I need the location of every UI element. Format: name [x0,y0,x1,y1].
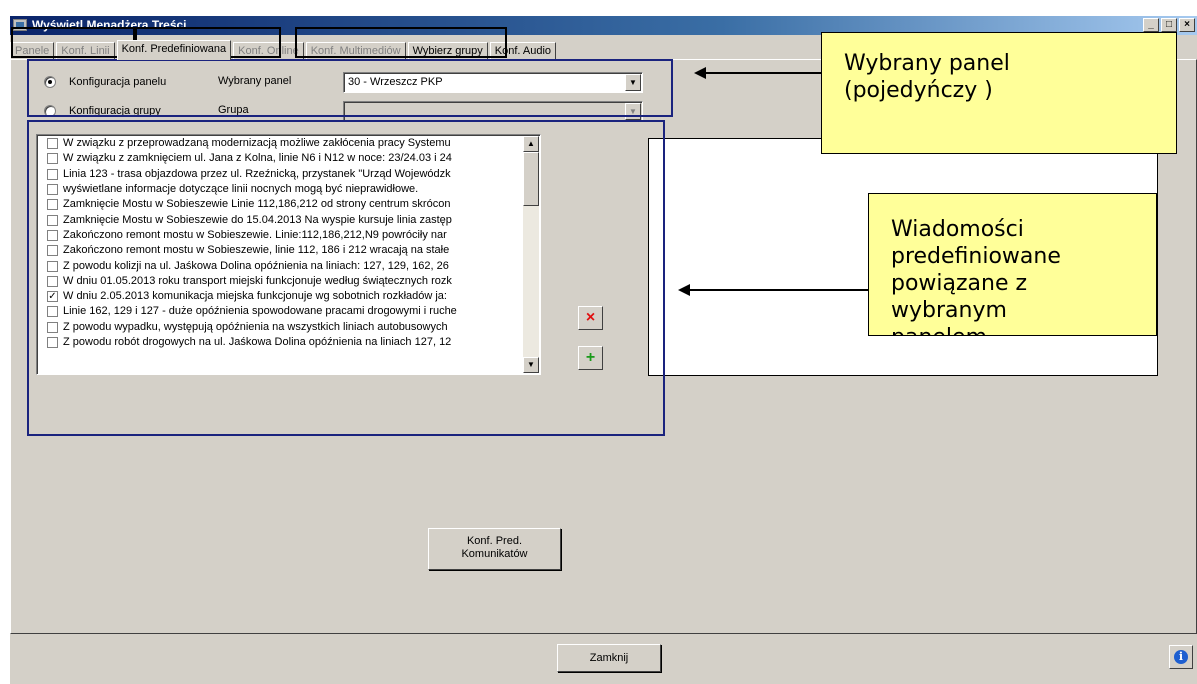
callout-arrow-line [688,289,868,291]
minimize-button[interactable]: _ [1143,18,1159,32]
tab-konf-linii[interactable]: Konf. Linii [56,42,115,60]
list-item[interactable]: W dniu 01.05.2013 roku transport miejski… [39,274,523,289]
message-text: Zamknięcie Mostu w Sobieszewie Linie 112… [63,198,451,211]
delete-icon: × [585,309,596,326]
scroll-down-icon[interactable]: ▼ [523,357,539,373]
add-message-button[interactable]: + [578,346,603,370]
panel-config-label: Konfiguracja panelu [69,76,167,88]
scroll-up-icon[interactable]: ▲ [523,136,539,152]
message-text: Zakończono remont mostu w Sobieszewie, l… [63,244,450,257]
message-text: Zakończono remont mostu w Sobieszewie. L… [63,228,447,241]
scroll-thumb[interactable] [523,152,539,206]
list-item[interactable]: Z powodu robót drogowych na ul. Jaśkowa … [39,335,523,350]
config-button-label: Konf. Pred. Komunikatów [461,535,528,560]
monitor-icon [13,19,27,31]
list-item[interactable]: Linia 123 - trasa objazdowa przez ul. Rz… [39,167,523,182]
tab-konf-predefiniowana[interactable]: Konf. Predefiniowana [116,40,232,60]
selected-panel-value: 30 - Wrzeszcz PKP [348,76,443,88]
message-checkbox[interactable] [47,199,58,211]
info-icon: i [1174,650,1188,664]
config-predefined-messages-button[interactable]: Konf. Pred. Komunikatów [428,528,561,570]
tab-konf-multimediow[interactable]: Konf. Multimediów [305,42,406,60]
message-checkbox[interactable] [47,184,58,196]
message-text: Z powodu kolizji na ul. Jaśkowa Dolina o… [63,259,449,272]
tab-konf-audio[interactable]: Konf. Audio [489,42,557,60]
selected-panel-label: Wybrany panel [218,75,292,87]
message-items: W związku z przeprowadzaną modernizacją … [39,136,523,350]
predefined-messages-list[interactable]: W związku z przeprowadzaną modernizacją … [36,134,541,375]
group-dropdown[interactable]: ▼ [343,101,643,122]
message-checkbox[interactable] [47,337,58,348]
tab-wybierz-grupy[interactable]: Wybierz grupy [407,42,488,60]
tab-konf-online[interactable]: Konf. Online [233,42,304,60]
info-button[interactable]: i [1169,645,1193,669]
message-checkbox[interactable] [47,321,58,333]
add-icon: + [585,349,596,366]
delete-message-button[interactable]: × [578,306,603,330]
chevron-down-icon[interactable]: ▼ [625,103,641,120]
message-checkbox[interactable] [47,229,58,241]
tab-panele[interactable]: Panele [10,42,55,60]
message-checkbox[interactable] [47,153,58,165]
arrow-icon [694,67,706,79]
message-text: W dniu 2.05.2013 komunikacja miejska fun… [63,290,447,303]
list-item[interactable]: Zamknięcie Mostu w Sobieszewie do 15.04.… [39,212,523,227]
group-label: Grupa [218,104,249,116]
close-window-button[interactable]: × [1179,18,1195,32]
panel-callout: Wybrany panel (pojedyńczy ) [821,32,1177,154]
message-text: Linie 162, 129 i 127 - duże opóźnienia s… [63,305,457,318]
list-item[interactable]: W związku z przeprowadzaną modernizacją … [39,136,523,151]
window-title: Wyświetl Menadżera Treści [32,18,187,32]
group-config-radio[interactable] [44,105,56,117]
panel-config-radio[interactable] [44,76,56,88]
panel-callout-text: Wybrany panel (pojedyńczy ) [844,51,1010,103]
group-config-label: Konfiguracja grupy [69,105,161,117]
message-text: wyświetlane informacje dotyczące linii n… [63,183,419,196]
message-checkbox[interactable] [47,214,58,226]
message-checkbox[interactable] [47,168,58,180]
list-scrollbar[interactable]: ▲ ▼ [523,136,539,373]
window-controls: _ □ × [1143,18,1195,32]
messages-callout-text: Wiadomości predefiniowane powiązane z wy… [891,217,1061,335]
list-item[interactable]: ✓ W dniu 2.05.2013 komunikacja miejska fu… [39,289,523,304]
message-checkbox[interactable] [47,138,58,150]
chevron-down-icon[interactable]: ▼ [625,74,641,91]
message-text: Z powodu wypadku, występują opóźnienia n… [63,320,448,333]
close-button[interactable]: Zamknij [557,644,661,672]
list-item[interactable]: wyświetlane informacje dotyczące linii n… [39,182,523,197]
list-item[interactable]: Zakończono remont mostu w Sobieszewie. L… [39,228,523,243]
group-config-option[interactable]: Konfiguracja grupy [44,102,161,120]
message-checkbox[interactable] [47,306,58,318]
message-checkbox[interactable] [47,275,58,287]
message-text: W związku z zamknięciem ul. Jana z Kolna… [63,152,452,165]
panel-config-option[interactable]: Konfiguracja panelu [44,73,166,91]
arrow-icon [678,284,690,296]
message-checkbox[interactable] [47,245,58,257]
message-checkbox[interactable]: ✓ [47,291,58,303]
list-item[interactable]: W związku z zamknięciem ul. Jana z Kolna… [39,151,523,166]
messages-callout: Wiadomości predefiniowane powiązane z wy… [868,193,1157,336]
message-text: Z powodu robót drogowych na ul. Jaśkowa … [63,336,452,348]
tab-strip: Panele Konf. Linii Konf. Predefiniowana … [10,40,558,60]
list-item[interactable]: Z powodu kolizji na ul. Jaśkowa Dolina o… [39,258,523,273]
message-text: W dniu 01.05.2013 roku transport miejski… [63,274,452,287]
message-text: Zamknięcie Mostu w Sobieszewie do 15.04.… [63,213,452,226]
message-text: Linia 123 - trasa objazdowa przez ul. Rz… [63,167,451,180]
selected-panel-dropdown[interactable]: 30 - Wrzeszcz PKP ▼ [343,72,643,93]
maximize-button[interactable]: □ [1161,18,1177,32]
message-text: W związku z przeprowadzaną modernizacją … [63,137,451,150]
list-item[interactable]: Linie 162, 129 i 127 - duże opóźnienia s… [39,304,523,319]
list-item[interactable]: Zamknięcie Mostu w Sobieszewie Linie 112… [39,197,523,212]
message-checkbox[interactable] [47,260,58,272]
list-item[interactable]: Z powodu wypadku, występują opóźnienia n… [39,320,523,335]
list-item[interactable]: Zakończono remont mostu w Sobieszewie, l… [39,243,523,258]
callout-arrow-line [704,72,821,74]
